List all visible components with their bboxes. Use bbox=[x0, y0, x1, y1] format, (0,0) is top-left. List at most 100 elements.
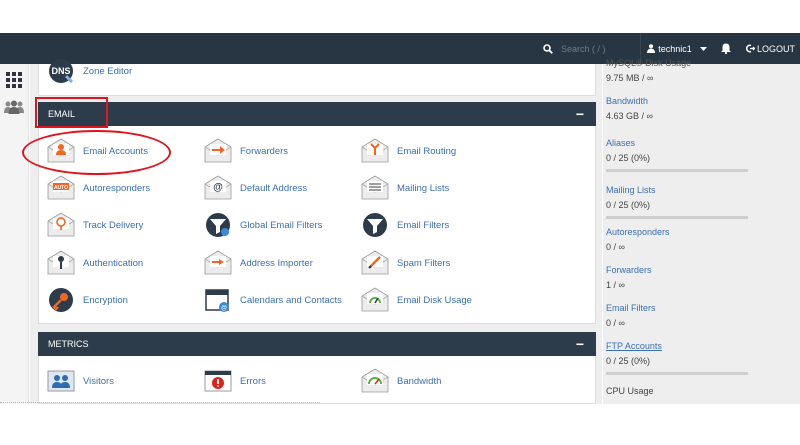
email-item-label: Email Disk Usage bbox=[397, 294, 472, 306]
stat-title: MySQL® Disk Usage bbox=[606, 58, 692, 68]
stat-title[interactable]: Aliases bbox=[606, 138, 760, 148]
stat-title[interactable]: Mailing Lists bbox=[606, 185, 760, 195]
forwarders-icon bbox=[204, 138, 232, 164]
email-item-address-importer[interactable]: Address Importer bbox=[204, 250, 313, 276]
email-item-label: Track Delivery bbox=[83, 219, 144, 231]
email-item-label: Email Filters bbox=[397, 219, 450, 231]
metric-item-visitors[interactable]: Visitors bbox=[47, 368, 114, 394]
zone-editor-item[interactable]: DNS Zone Editor bbox=[47, 58, 132, 84]
metric-item-label: Visitors bbox=[83, 375, 114, 387]
email-item-authentication[interactable]: Authentication bbox=[47, 250, 143, 276]
stat-email-filters: Email Filters 0 / ∞ bbox=[606, 303, 760, 328]
errors-icon bbox=[204, 368, 232, 394]
stat-forwarders: Forwarders 1 / ∞ bbox=[606, 265, 760, 290]
zone-editor-label: Zone Editor bbox=[83, 65, 133, 77]
default-address-icon: @ bbox=[204, 175, 232, 201]
email-item-label: Email Routing bbox=[397, 145, 457, 157]
stat-title[interactable]: Bandwidth bbox=[606, 96, 760, 106]
metrics-section-header[interactable]: METRICS − bbox=[38, 332, 596, 356]
users-icon[interactable] bbox=[4, 100, 24, 114]
status-strip bbox=[0, 402, 320, 407]
email-item-forwarders[interactable]: Forwarders bbox=[204, 138, 288, 164]
metrics-header-title: METRICS bbox=[48, 339, 89, 349]
stat-aliases: Aliases 0 / 25 (0%) bbox=[606, 138, 760, 172]
authentication-icon bbox=[47, 250, 75, 276]
track-delivery-icon bbox=[47, 212, 75, 238]
metric-item-label: Bandwidth bbox=[397, 375, 442, 387]
email-routing-icon bbox=[361, 138, 389, 164]
email-item-autoresponders[interactable]: AUTO Autoresponders bbox=[47, 175, 150, 201]
email-item-calendars-and-contacts[interactable]: @ Calendars and Contacts bbox=[204, 287, 342, 313]
left-rail bbox=[0, 64, 29, 404]
stat-value: 0 / ∞ bbox=[606, 242, 625, 252]
stat-bandwidth: Bandwidth 4.63 GB / ∞ bbox=[606, 96, 760, 121]
svg-text:@: @ bbox=[221, 306, 227, 312]
search-icon bbox=[543, 43, 553, 54]
email-item-track-delivery[interactable]: Track Delivery bbox=[47, 212, 143, 238]
svg-text:@: @ bbox=[213, 182, 223, 193]
username: technic1 bbox=[658, 43, 692, 54]
email-item-label: Forwarders bbox=[240, 145, 289, 157]
metric-item-bandwidth[interactable]: Bandwidth bbox=[361, 368, 441, 394]
stat-value: 4.63 GB / ∞ bbox=[606, 111, 653, 121]
email-item-encryption[interactable]: Encryption bbox=[47, 287, 128, 313]
spam-filters-icon bbox=[361, 250, 389, 276]
stat-title[interactable]: Email Filters bbox=[606, 303, 760, 313]
metric-item-label: Errors bbox=[240, 375, 266, 387]
email-item-email-routing[interactable]: Email Routing bbox=[361, 138, 456, 164]
stat-value: 0 / 25 (0%) bbox=[606, 356, 651, 366]
stat-title[interactable]: FTP Accounts bbox=[606, 341, 760, 351]
logout-label: LOGOUT bbox=[757, 43, 796, 54]
stat-title[interactable]: CPU Usage bbox=[606, 386, 760, 396]
svg-text:AUTO: AUTO bbox=[54, 185, 68, 191]
stat-autoresponders: Autoresponders 0 / ∞ bbox=[606, 227, 760, 252]
autoresponders-icon: AUTO bbox=[47, 175, 75, 201]
usage-bar bbox=[606, 169, 748, 172]
email-item-email-disk-usage[interactable]: Email Disk Usage bbox=[361, 287, 472, 313]
stat-value: 0 / 25 (0%) bbox=[606, 153, 651, 163]
logout-icon bbox=[746, 44, 755, 53]
usage-bar bbox=[606, 216, 748, 219]
email-item-label: Address Importer bbox=[240, 257, 313, 269]
email-item-spam-filters[interactable]: Spam Filters bbox=[361, 250, 450, 276]
email-item-label: Default Address bbox=[240, 182, 308, 194]
usage-bar bbox=[606, 372, 748, 375]
address-importer-icon bbox=[204, 250, 232, 276]
email-item-label: Authentication bbox=[83, 257, 144, 269]
stat-title[interactable]: Autoresponders bbox=[606, 227, 760, 237]
email-item-default-address[interactable]: @ Default Address bbox=[204, 175, 307, 201]
email-item-email-filters[interactable]: Email Filters bbox=[361, 212, 449, 238]
email-item-label: Autoresponders bbox=[83, 182, 151, 194]
highlight-ellipse bbox=[22, 130, 171, 175]
bell-icon bbox=[721, 43, 731, 54]
global-email-filters-icon bbox=[204, 212, 232, 238]
stat-mailing-lists: Mailing Lists 0 / 25 (0%) bbox=[606, 185, 760, 219]
dns-icon: DNS bbox=[47, 58, 75, 84]
caret-down-icon bbox=[699, 46, 707, 51]
visitors-icon bbox=[47, 368, 75, 394]
email-disk-usage-icon bbox=[361, 287, 389, 313]
metric-item-errors[interactable]: Errors bbox=[204, 368, 266, 394]
email-section-header[interactable]: EMAIL − bbox=[38, 102, 596, 126]
bandwidth-icon bbox=[361, 368, 389, 394]
highlight-rectangle bbox=[35, 97, 108, 128]
stat-ftp-accounts: FTP Accounts 0 / 25 (0%) bbox=[606, 341, 760, 375]
stat-value: 0 / 25 (0%) bbox=[606, 200, 651, 210]
collapse-icon[interactable]: − bbox=[576, 336, 584, 352]
collapse-icon[interactable]: − bbox=[576, 106, 584, 122]
stat-value: 9.75 MB / ∞ bbox=[606, 73, 654, 83]
email-item-label: Global Email Filters bbox=[240, 219, 323, 231]
email-item-label: Mailing Lists bbox=[397, 182, 450, 194]
email-item-mailing-lists[interactable]: Mailing Lists bbox=[361, 175, 449, 201]
stat-value: 1 / ∞ bbox=[606, 280, 625, 290]
search-input[interactable]: Search ( / ) bbox=[561, 44, 606, 54]
stats-sidebar: MySQL® Disk Usage 9.75 MB / ∞ Bandwidth 4… bbox=[603, 58, 800, 404]
email-item-global-email-filters[interactable]: Global Email Filters bbox=[204, 212, 322, 238]
encryption-icon bbox=[47, 287, 75, 313]
grid-icon[interactable] bbox=[6, 72, 22, 88]
mailing-lists-icon bbox=[361, 175, 389, 201]
svg-text:DNS: DNS bbox=[51, 66, 70, 76]
email-filters-icon bbox=[361, 212, 389, 238]
stat-title[interactable]: Forwarders bbox=[606, 265, 760, 275]
calendars-contacts-icon: @ bbox=[204, 287, 232, 313]
